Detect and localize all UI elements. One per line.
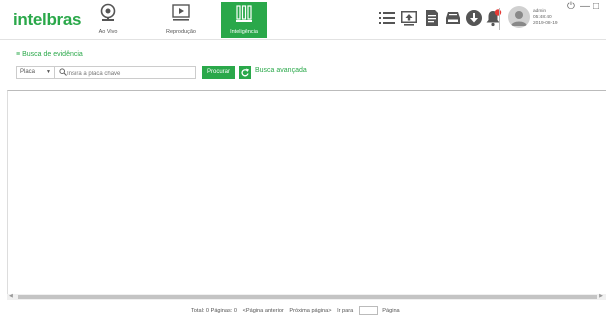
- tab-intelligence-label: Inteligência: [230, 29, 258, 35]
- power-button[interactable]: ⏻: [567, 2, 575, 12]
- previous-page-link[interactable]: <Página anterior: [243, 308, 284, 314]
- page-label: Página: [382, 307, 400, 314]
- pagination: Total: 0 Páginas: 0 <Página anterior Pró…: [191, 306, 404, 315]
- goto-page-input[interactable]: [359, 306, 379, 315]
- search-type-value: Placa: [20, 69, 36, 75]
- horizontal-scrollbar[interactable]: ◀ ▶: [7, 293, 606, 300]
- toolbar-divider: [499, 8, 500, 30]
- avatar[interactable]: [508, 6, 530, 28]
- tab-live-label: Ao Vivo: [98, 29, 118, 35]
- results-area: [7, 90, 606, 294]
- minimize-button[interactable]: —: [580, 2, 590, 12]
- playback-monitor-icon: [172, 4, 190, 21]
- tab-playback[interactable]: Reprodução: [152, 0, 210, 40]
- brand-logo: intelbras: [13, 10, 82, 29]
- intelligence-icon: [236, 5, 252, 22]
- refresh-button[interactable]: [239, 66, 251, 79]
- pagination-total: Total: 0 Páginas: 0: [191, 307, 238, 314]
- maximize-button[interactable]: □: [593, 2, 599, 12]
- panel-title: ≡ Busca de evidência: [16, 51, 83, 58]
- search-type-select[interactable]: Placa ▼: [16, 66, 55, 79]
- menu-icon: ≡: [16, 51, 21, 58]
- scroll-left-icon[interactable]: ◀: [9, 293, 13, 299]
- tab-live[interactable]: Ao Vivo: [85, 0, 131, 40]
- app-window: intelbras Ao Vivo Reprodução Inteligênci…: [0, 0, 606, 320]
- plate-search-input[interactable]: [55, 66, 196, 79]
- user-info: admin 05:48:40 2019-08-19: [533, 9, 558, 26]
- scrollbar-thumb[interactable]: [18, 295, 597, 299]
- goto-label: Ir para: [337, 307, 354, 314]
- user-date: 2019-08-19: [533, 20, 558, 26]
- top-bar: intelbras Ao Vivo Reprodução Inteligênci…: [0, 0, 606, 40]
- panel-title-text: Busca de evidência: [22, 51, 83, 58]
- tab-intelligence[interactable]: Inteligência: [221, 2, 267, 38]
- download-icon[interactable]: [465, 9, 483, 27]
- search-icon: [59, 68, 67, 76]
- webcam-icon: [100, 3, 116, 21]
- storage-icon[interactable]: [444, 9, 462, 27]
- user-icon: [511, 11, 527, 26]
- scroll-right-icon[interactable]: ▶: [599, 293, 603, 299]
- list-icon[interactable]: [378, 9, 396, 27]
- advanced-search-link[interactable]: Busca avançada: [255, 67, 307, 74]
- refresh-icon: [241, 68, 249, 77]
- document-icon[interactable]: [423, 9, 441, 27]
- tab-playback-label: Reprodução: [166, 29, 196, 35]
- upload-screen-icon[interactable]: [400, 9, 418, 27]
- left-edge: [0, 40, 7, 320]
- search-button[interactable]: Procurar: [202, 66, 235, 79]
- next-page-link[interactable]: Próxima página>: [289, 308, 331, 314]
- chevron-down-icon: ▼: [46, 69, 51, 75]
